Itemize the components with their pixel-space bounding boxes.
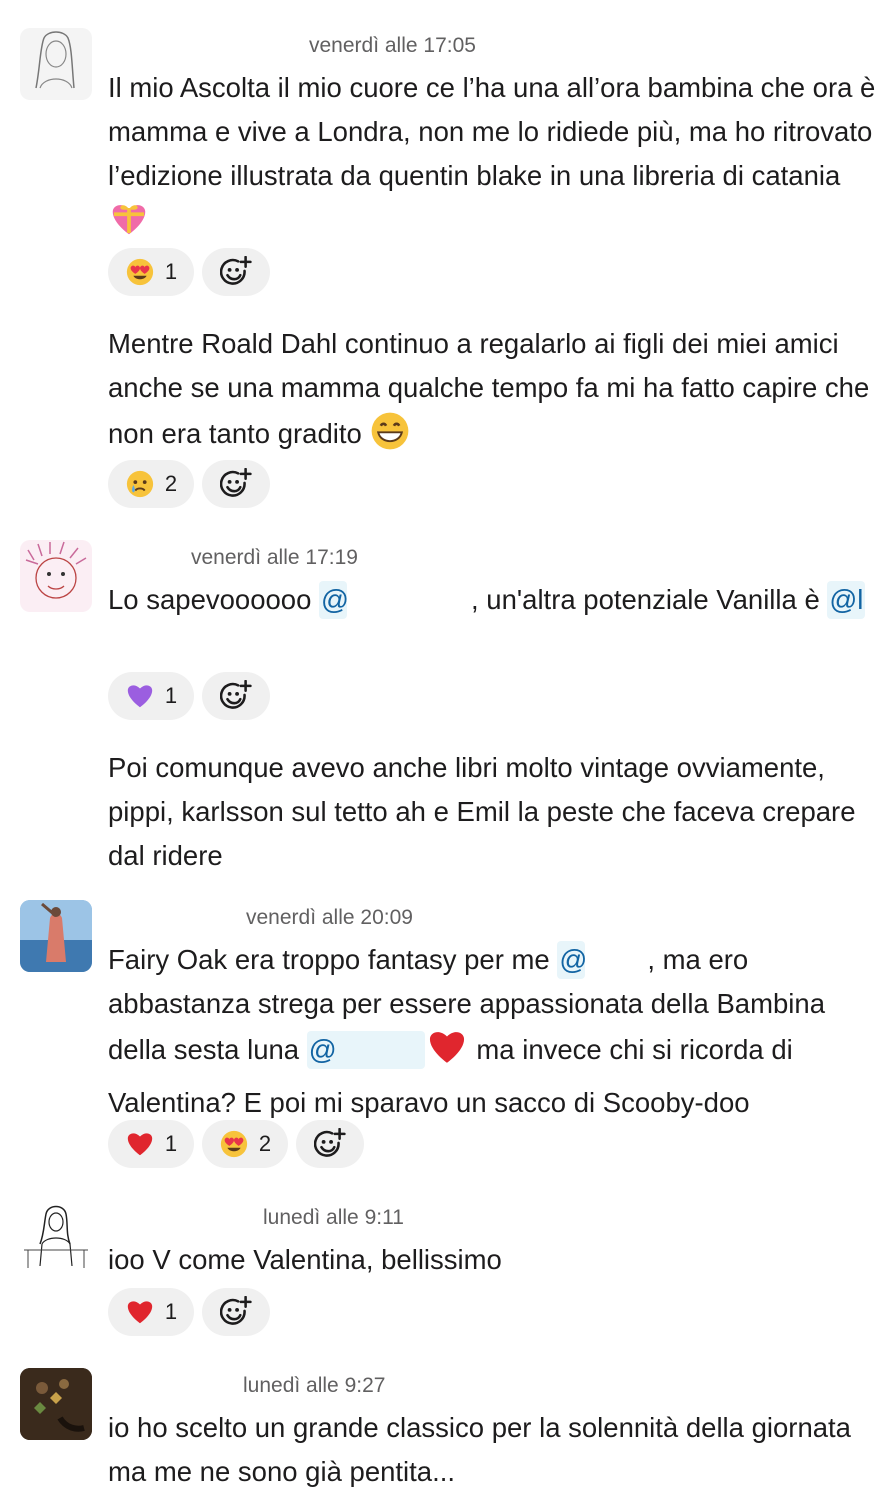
user-mention[interactable]: @	[557, 941, 587, 979]
message-text: Il mio Ascolta il mio cuore ce l’ha una …	[108, 66, 876, 251]
user-mention[interactable]: @	[319, 581, 349, 619]
message-timestamp[interactable]: venerdì alle 17:05	[309, 33, 476, 59]
reaction-bar: 1	[108, 248, 270, 296]
flowers-photo-avatar[interactable]	[20, 1368, 92, 1440]
heart-eyes-emoji-icon	[220, 1130, 247, 1158]
heart-eyes-emoji-icon	[126, 258, 153, 286]
message-text: Mentre Roald Dahl continuo a regalarlo a…	[108, 322, 876, 465]
user-mention[interactable]: @	[306, 1031, 425, 1069]
reaction-count: 2	[164, 471, 178, 496]
add-reaction-button[interactable]	[202, 248, 270, 296]
reaction-count: 1	[164, 1131, 178, 1156]
add-reaction-button[interactable]	[202, 1288, 270, 1336]
add-reaction-button[interactable]	[296, 1120, 364, 1168]
sketch-woman-avatar[interactable]	[20, 28, 92, 100]
add-reaction-icon	[314, 1128, 346, 1157]
red-heart-emoji-icon	[127, 1133, 153, 1156]
reaction-bar: 1	[108, 1288, 270, 1336]
message-timestamp[interactable]: lunedì alle 9:27	[243, 1373, 385, 1399]
message-timestamp[interactable]: lunedì alle 9:11	[263, 1205, 404, 1231]
crying-face-emoji-icon	[125, 469, 154, 499]
reaction-purple-heart[interactable]: 1	[108, 672, 194, 720]
reaction-crying-face[interactable]: 2	[108, 460, 194, 508]
red-heart-emoji	[425, 1026, 469, 1081]
child-drawing-avatar[interactable]	[20, 540, 92, 612]
reaction-bar: 1 2	[108, 1120, 364, 1168]
purple-heart-emoji-icon	[127, 685, 153, 708]
add-reaction-button[interactable]	[202, 672, 270, 720]
add-reaction-icon	[220, 256, 252, 285]
message-timestamp[interactable]: venerdì alle 20:09	[246, 905, 413, 931]
red-heart-emoji-icon	[127, 1301, 153, 1324]
add-reaction-icon	[220, 1296, 252, 1325]
reaction-count: 2	[258, 1131, 272, 1156]
beach-photo-avatar[interactable]	[20, 900, 92, 972]
reaction-heart-eyes[interactable]: 1	[108, 248, 194, 296]
message-text: Fairy Oak era troppo fantasy per me @, m…	[108, 938, 876, 1125]
reaction-bar: 2	[108, 460, 270, 508]
reaction-red-heart[interactable]: 1	[108, 1288, 194, 1336]
line-drawing-avatar[interactable]	[20, 1200, 92, 1272]
message-text: io ho scelto un grande classico per la s…	[108, 1412, 851, 1487]
message-text: Poi comunque avevo anche libri molto vin…	[108, 752, 856, 871]
reaction-count: 1	[164, 683, 178, 708]
message-text: ioo V come Valentina, bellissimo	[108, 1244, 502, 1275]
add-reaction-icon	[220, 468, 252, 497]
reaction-count: 1	[164, 1299, 178, 1324]
grin-emoji	[369, 410, 411, 465]
user-mention[interactable]: @l	[827, 581, 866, 619]
gift-heart-emoji	[108, 198, 150, 251]
add-reaction-icon	[220, 680, 252, 709]
reaction-heart-eyes[interactable]: 2	[202, 1120, 288, 1168]
message-text: Lo sapevoooooo @, un'altra potenziale Va…	[108, 578, 876, 622]
reaction-red-heart[interactable]: 1	[108, 1120, 194, 1168]
reaction-count: 1	[164, 259, 178, 284]
message-timestamp[interactable]: venerdì alle 17:19	[191, 545, 358, 571]
reaction-bar: 1	[108, 672, 270, 720]
add-reaction-button[interactable]	[202, 460, 270, 508]
